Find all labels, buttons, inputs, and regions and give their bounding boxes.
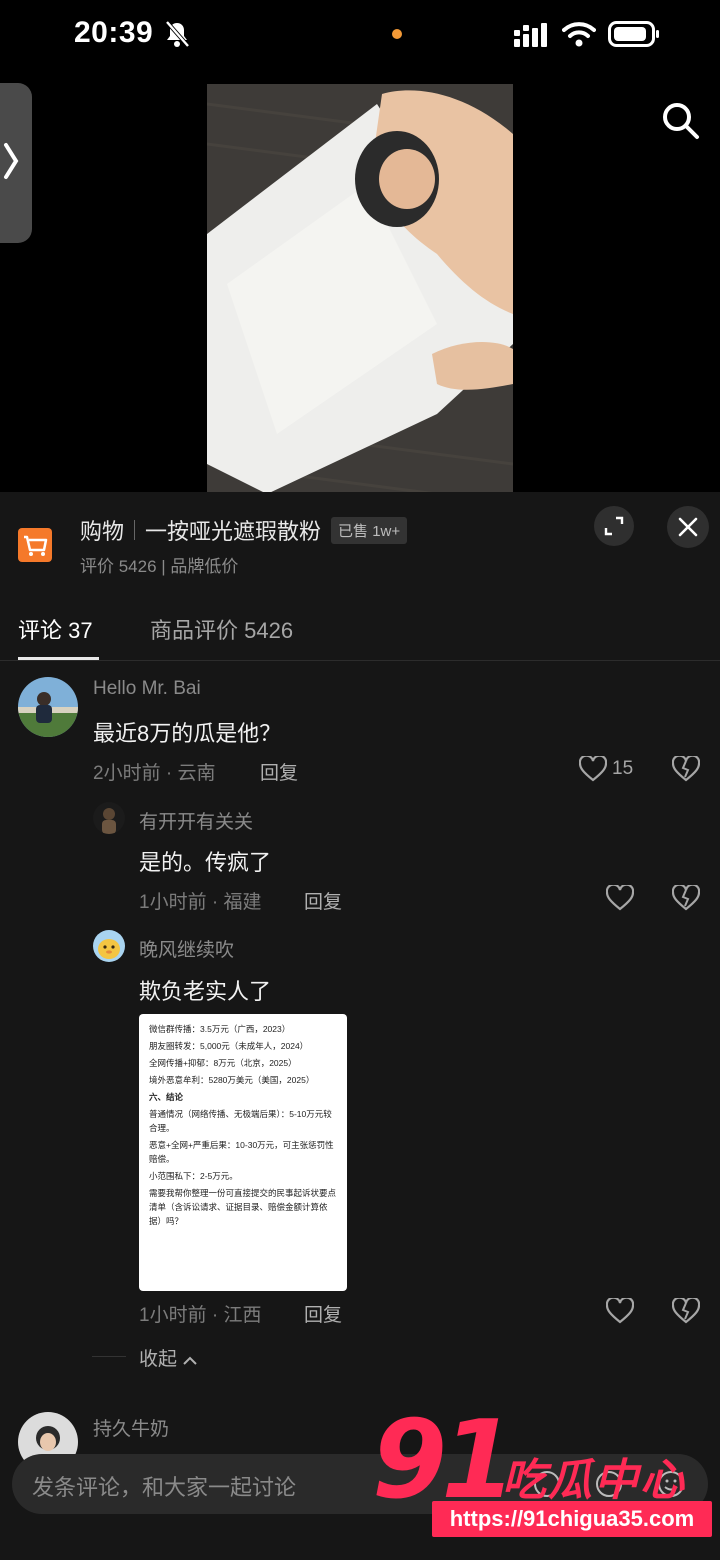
expand-icon [604, 516, 624, 536]
image-line: 普通情况（网络传播、无极端后果）：5-10万元较合理。 [149, 1109, 332, 1133]
reply-button[interactable]: 回复 [304, 887, 342, 914]
comment-username[interactable]: 持久牛奶 [93, 1414, 169, 1441]
comments-sheet: 购物 一按哑光遮瑕散粉 已售 1w+ 评价 5426 | 品牌低价 评论 37 … [0, 492, 720, 1560]
close-icon [678, 517, 698, 537]
title-separator [134, 520, 136, 540]
comment-text: 最近8万的瓜是他？ [93, 721, 282, 746]
tab-comments[interactable]: 评论 37 [18, 613, 93, 645]
reply-button[interactable]: 回复 [260, 758, 298, 785]
comment-username[interactable]: 有开开有关关 [139, 807, 253, 834]
avatar[interactable] [93, 802, 125, 834]
broken-heart-icon[interactable] [672, 756, 700, 782]
avatar[interactable] [93, 930, 125, 962]
tab-product-reviews[interactable]: 商品评价 5426 [150, 613, 293, 645]
image-line: 需要我帮你整理一份可直接提交的民事起诉状要点清单（含诉讼请求、证据目录、赔偿金额… [149, 1188, 337, 1226]
wifi-icon [562, 22, 596, 47]
collapse-label: 收起 [139, 1349, 178, 1370]
product-subtitle: 评价 5426 | 品牌低价 [80, 557, 239, 576]
video-frame-image [207, 84, 513, 494]
recording-dot [392, 29, 402, 39]
comment-username[interactable]: 晚风继续吹 [139, 935, 234, 962]
heart-icon[interactable] [606, 885, 634, 911]
image-line: 恶意+全网+严重后果：10-30万元，可主张惩罚性赔偿。 [149, 1140, 334, 1164]
image-line: 全网传播+抑郁：8万元（北京，2025） [149, 1058, 297, 1068]
image-line: 朋友圈转发：5,000元（未成年人，2024） [149, 1041, 309, 1051]
product-title: 一按哑光遮瑕散粉 [145, 519, 322, 544]
like-count: 15 [612, 758, 634, 779]
comment-username[interactable]: Hello Mr. Bai [93, 678, 201, 700]
close-button[interactable] [667, 506, 709, 548]
battery-icon [608, 21, 659, 47]
product-title-row[interactable]: 购物 一按哑光遮瑕散粉 已售 1w+ [80, 514, 408, 546]
avatar[interactable] [18, 677, 78, 737]
tabs-divider [0, 660, 720, 661]
comment-text: 是的。传疯了 [139, 850, 272, 875]
search-icon[interactable] [660, 100, 700, 140]
expand-button[interactable] [594, 506, 634, 546]
heart-icon[interactable] [606, 1298, 634, 1324]
status-time: 20:39 [74, 16, 154, 49]
bell-mute-icon [165, 20, 190, 48]
status-bar: 20:39 [0, 0, 720, 70]
comment-meta: 1小时前 · 江西 [139, 1305, 262, 1326]
collapse-divider [92, 1356, 126, 1357]
shopping-cart-icon [18, 528, 52, 562]
watermark-logo: 91 吃瓜中心 https://91chigua35.com [370, 1398, 720, 1560]
comment-meta: 1小时前 · 福建 [139, 892, 262, 913]
sold-badge: 已售 1w+ [331, 516, 408, 544]
collapse-replies-button[interactable]: 收起 [139, 1344, 198, 1371]
broken-heart-icon[interactable] [672, 1298, 700, 1324]
reply-button[interactable]: 回复 [304, 1300, 342, 1327]
side-drawer-tab[interactable] [0, 83, 32, 243]
product-category: 购物 [80, 519, 125, 544]
watermark-text: 吃瓜中心 [502, 1455, 686, 1506]
image-line: 小范围私下：2-5万元。 [149, 1171, 238, 1181]
heart-icon[interactable] [579, 756, 607, 782]
watermark-url: https://91chigua35.com [432, 1501, 712, 1537]
video-player[interactable] [207, 84, 513, 494]
comment-text: 欺负老实人了 [139, 979, 272, 1004]
chevron-right-icon [4, 143, 19, 179]
image-line: 境外恶意牟利：5280万美元（美国，2025） [149, 1075, 315, 1085]
image-line: 六、结论 [149, 1092, 184, 1102]
comment-meta: 2小时前 · 云南 [93, 763, 216, 784]
comment-input-placeholder: 发条评论，和大家一起讨论 [32, 1475, 297, 1500]
cell-signal-icon [514, 23, 547, 47]
comment-attached-image[interactable]: 微信群传播：3.5万元（广西，2023） 朋友圈转发：5,000元（未成年人，2… [139, 1014, 347, 1291]
chevron-up-icon [183, 1356, 198, 1365]
image-line: 微信群传播：3.5万元（广西，2023） [149, 1024, 291, 1034]
broken-heart-icon[interactable] [672, 885, 700, 911]
